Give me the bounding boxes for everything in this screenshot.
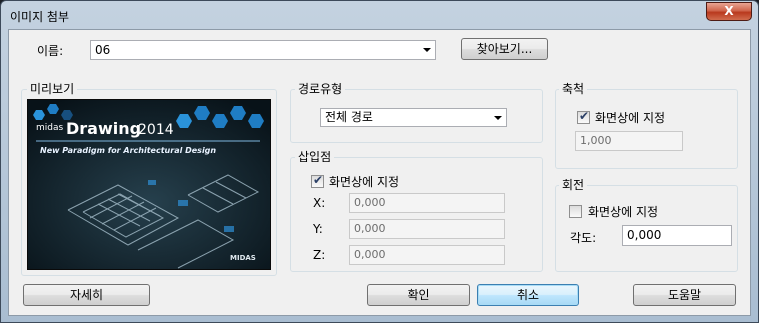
window-title: 이미지 첨부	[10, 10, 70, 24]
preview-corner-logo: MIDAS	[230, 254, 256, 262]
insertion-z-field[interactable]: 0,000	[349, 245, 505, 265]
preview-image: midas Drawing 2014 New Paradigm for Arch…	[27, 99, 271, 270]
insertion-x-field[interactable]: 0,000	[349, 193, 505, 213]
chevron-down-icon	[423, 48, 431, 52]
details-button[interactable]: 자세히	[23, 284, 150, 306]
preview-group-title: 미리보기	[27, 80, 78, 97]
scale-value-field[interactable]: 1,000	[575, 131, 683, 151]
checkmark-icon: ✔	[579, 109, 590, 123]
scale-group	[555, 89, 738, 169]
rotation-group-title: 회전	[559, 176, 588, 193]
preview-logo-big: Drawing	[66, 119, 141, 138]
close-button[interactable]: X	[706, 2, 752, 21]
path-type-group-title: 경로유형	[295, 80, 346, 97]
insertion-group-title: 삽입점	[295, 148, 335, 165]
name-combo[interactable]: 06	[90, 40, 436, 60]
preview-logo-small: midas	[36, 123, 63, 133]
insertion-y-field[interactable]: 0,000	[349, 219, 505, 239]
title-bar[interactable]: 이미지 첨부 X	[1, 1, 758, 29]
rotation-onscreen-label: 화면상에 지정	[588, 205, 659, 219]
rotation-onscreen-checkbox[interactable]	[569, 205, 582, 218]
insertion-x-label: X:	[313, 196, 326, 210]
ok-button[interactable]: 확인	[367, 284, 470, 306]
name-label: 이름:	[37, 44, 64, 58]
scale-onscreen-label: 화면상에 지정	[595, 111, 666, 125]
rotation-angle-field[interactable]: 0,000	[622, 225, 732, 246]
preview-tagline: New Paradigm for Architectural Design	[40, 146, 216, 155]
rotation-angle-label: 각도:	[570, 231, 597, 245]
scale-group-title: 축척	[559, 80, 588, 97]
preview-artwork: midas Drawing 2014 New Paradigm for Arch…	[28, 100, 270, 269]
cancel-button[interactable]: 취소	[477, 284, 579, 306]
help-button[interactable]: 도움말	[633, 284, 736, 306]
preview-logo-year: 2014	[138, 122, 174, 138]
close-icon: X	[724, 4, 734, 18]
insertion-onscreen-checkbox[interactable]: ✔	[311, 173, 324, 188]
browse-button[interactable]: 찾아보기...	[461, 38, 548, 60]
name-combo-value: 06	[95, 43, 111, 57]
path-type-combo[interactable]: 전체 경로	[320, 108, 507, 127]
chevron-down-icon	[494, 115, 502, 120]
scale-onscreen-checkbox[interactable]: ✔	[577, 109, 590, 124]
insertion-onscreen-label: 화면상에 지정	[329, 175, 400, 189]
insertion-y-label: Y:	[313, 222, 323, 236]
insertion-z-label: Z:	[313, 248, 326, 262]
path-type-combo-value: 전체 경로	[325, 110, 373, 124]
checkmark-icon: ✔	[313, 173, 324, 187]
